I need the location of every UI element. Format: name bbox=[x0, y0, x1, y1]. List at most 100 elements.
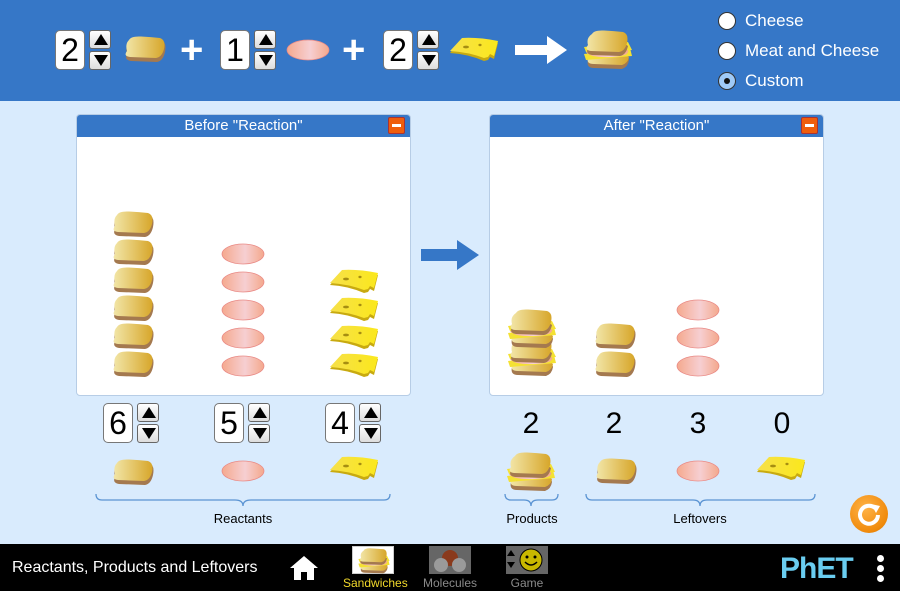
leftovers-label: Leftovers bbox=[673, 511, 727, 526]
meat-quantity: 5 bbox=[214, 403, 244, 443]
radio-button-selected[interactable] bbox=[718, 72, 736, 90]
radio-label: Cheese bbox=[745, 11, 804, 30]
meat-coefficient-spinner bbox=[254, 30, 276, 70]
bread-quantity-decrement[interactable] bbox=[137, 424, 159, 443]
cheese-icon bbox=[448, 37, 500, 61]
tab-label: Molecules bbox=[422, 576, 478, 590]
cheese-icon bbox=[328, 456, 380, 480]
panel-header: Before "Reaction" bbox=[77, 115, 410, 137]
bread-icon bbox=[121, 36, 167, 62]
meat-item bbox=[221, 355, 265, 377]
bread-item bbox=[109, 351, 155, 377]
reset-all-button[interactable] bbox=[850, 495, 888, 533]
panel-title: After "Reaction" bbox=[603, 117, 710, 134]
bread-item bbox=[109, 211, 155, 237]
navigation-bar: Reactants, Products and Leftovers Sandwi… bbox=[0, 544, 900, 591]
meat-icon bbox=[676, 460, 720, 482]
meat-quantity-decrement[interactable] bbox=[248, 424, 270, 443]
bread-item bbox=[109, 323, 155, 349]
leftovers-brace bbox=[585, 493, 816, 507]
bread-coefficient: 2 bbox=[55, 30, 85, 70]
radio-button[interactable] bbox=[718, 12, 736, 30]
cheese-quantity: 4 bbox=[325, 403, 355, 443]
meat-item bbox=[221, 271, 265, 293]
meat-item bbox=[221, 327, 265, 349]
bread-icon bbox=[109, 459, 155, 485]
bread-item bbox=[591, 323, 637, 349]
meat-item bbox=[221, 243, 265, 265]
radio-cheese[interactable]: Cheese bbox=[718, 10, 804, 32]
sandwich-icon bbox=[505, 452, 557, 492]
leftover-meat-count: 3 bbox=[689, 407, 707, 440]
meat-item bbox=[676, 355, 720, 377]
tab-game[interactable]: Game bbox=[497, 546, 557, 591]
cheese-item bbox=[328, 297, 380, 321]
plus-sign: + bbox=[342, 28, 366, 72]
tab-label: Game bbox=[510, 576, 544, 590]
cheese-item bbox=[328, 325, 380, 349]
menu-icon[interactable] bbox=[873, 555, 887, 585]
bread-quantity-spinner bbox=[137, 403, 159, 443]
game-smiley-icon bbox=[506, 546, 548, 574]
cheese-item bbox=[328, 269, 380, 293]
reset-icon bbox=[858, 503, 880, 526]
tab-molecules[interactable]: Molecules bbox=[420, 546, 480, 591]
cheese-increment-button[interactable] bbox=[417, 30, 439, 49]
panel-title: Before "Reaction" bbox=[184, 117, 303, 134]
bread-item bbox=[591, 351, 637, 377]
cheese-item bbox=[328, 353, 380, 377]
panel-header: After "Reaction" bbox=[490, 115, 823, 137]
reactants-brace bbox=[95, 493, 391, 507]
bread-increment-button[interactable] bbox=[89, 30, 111, 49]
leftover-cheese-count: 0 bbox=[773, 407, 791, 440]
home-icon[interactable] bbox=[289, 555, 319, 581]
reaction-arrow-icon bbox=[421, 240, 479, 270]
bread-item bbox=[109, 239, 155, 265]
cheese-coefficient: 2 bbox=[383, 30, 413, 70]
meat-icon bbox=[221, 460, 265, 482]
sandwich-item bbox=[506, 309, 558, 349]
bread-quantity: 6 bbox=[103, 403, 133, 443]
meat-item bbox=[676, 299, 720, 321]
cheese-decrement-button[interactable] bbox=[417, 51, 439, 70]
before-reaction-panel: Before "Reaction" bbox=[76, 114, 411, 396]
sandwich-icon bbox=[352, 546, 394, 574]
meat-quantity-spinner bbox=[248, 403, 270, 443]
bread-item bbox=[109, 267, 155, 293]
radio-custom[interactable]: Custom bbox=[718, 70, 804, 92]
bread-coefficient-spinner bbox=[89, 30, 111, 70]
leftover-bread-count: 2 bbox=[605, 407, 623, 440]
sandwich-icon bbox=[582, 30, 634, 70]
sim-title: Reactants, Products and Leftovers bbox=[12, 559, 258, 576]
bread-quantity-increment[interactable] bbox=[137, 403, 159, 422]
reactants-label: Reactants bbox=[213, 511, 273, 526]
phet-logo[interactable]: PhET bbox=[780, 552, 854, 586]
meat-quantity-increment[interactable] bbox=[248, 403, 270, 422]
meat-icon bbox=[286, 39, 330, 61]
meat-decrement-button[interactable] bbox=[254, 51, 276, 70]
bread-decrement-button[interactable] bbox=[89, 51, 111, 70]
equation-bar: 2 + 1 + 2 Cheese Meat and Cheese Custom bbox=[0, 0, 900, 101]
meat-increment-button[interactable] bbox=[254, 30, 276, 49]
meat-coefficient: 1 bbox=[220, 30, 250, 70]
radio-button[interactable] bbox=[718, 42, 736, 60]
radio-label: Custom bbox=[745, 71, 804, 90]
minimize-button[interactable] bbox=[801, 117, 818, 134]
minimize-button[interactable] bbox=[388, 117, 405, 134]
products-brace bbox=[504, 493, 559, 507]
radio-meat-and-cheese[interactable]: Meat and Cheese bbox=[718, 40, 879, 62]
plus-sign: + bbox=[180, 28, 204, 72]
meat-item bbox=[676, 327, 720, 349]
cheese-quantity-increment[interactable] bbox=[359, 403, 381, 422]
radio-label: Meat and Cheese bbox=[745, 41, 880, 60]
after-reaction-panel: After "Reaction" bbox=[489, 114, 824, 396]
bread-icon bbox=[592, 458, 638, 484]
meat-item bbox=[221, 299, 265, 321]
sandwich-count: 2 bbox=[522, 407, 540, 440]
cheese-quantity-spinner bbox=[359, 403, 381, 443]
cheese-coefficient-spinner bbox=[417, 30, 439, 70]
tab-sandwiches[interactable]: Sandwiches bbox=[343, 546, 408, 591]
cheese-quantity-decrement[interactable] bbox=[359, 424, 381, 443]
bread-item bbox=[109, 295, 155, 321]
tab-label: Sandwiches bbox=[343, 576, 408, 590]
